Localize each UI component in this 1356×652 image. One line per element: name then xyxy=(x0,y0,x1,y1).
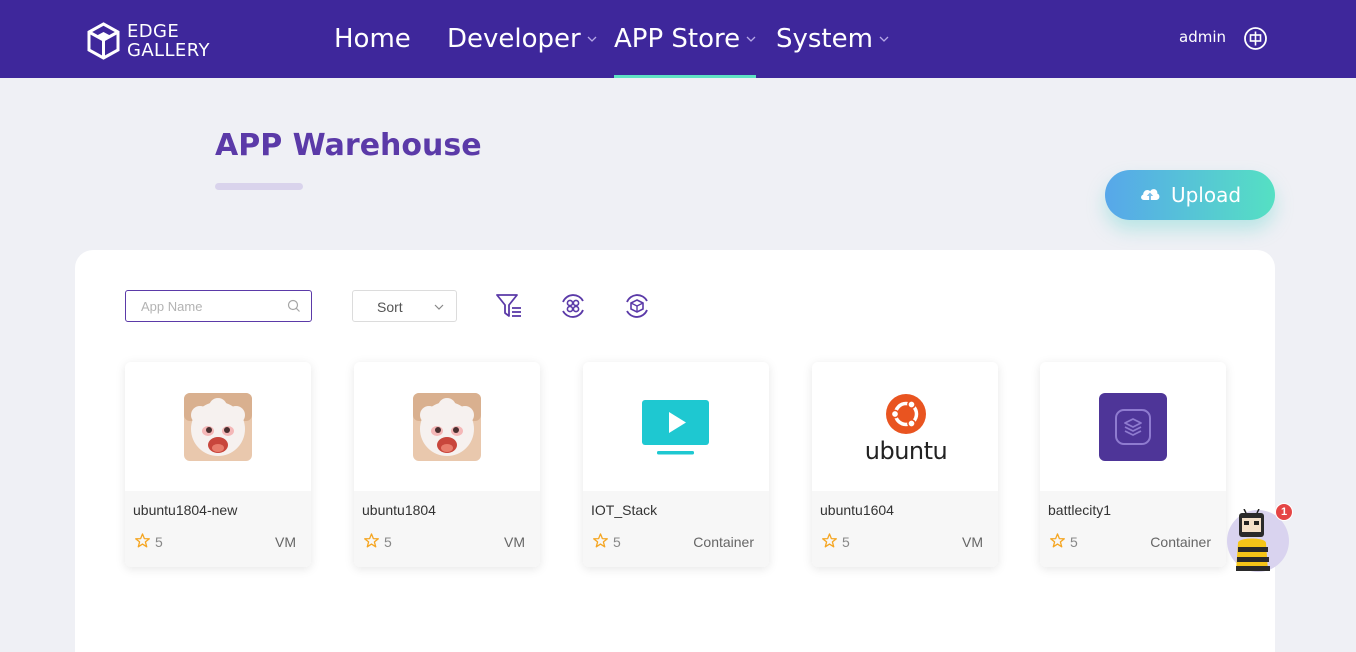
logo-text: EDGE GALLERY xyxy=(127,22,210,60)
nav-app-store[interactable]: APP Store xyxy=(614,0,757,78)
app-type: VM xyxy=(504,534,525,550)
app-info: ubuntu1804-new 5 VM xyxy=(125,491,311,567)
app-card[interactable]: IOT_Stack 5 Container xyxy=(583,362,769,567)
title-underline xyxy=(215,183,303,190)
chevron-down-icon xyxy=(746,36,756,42)
app-name: ubuntu1604 xyxy=(820,502,894,518)
app-score: 5 xyxy=(155,534,163,550)
nav-home-label: Home xyxy=(334,24,411,54)
ubuntu-logo-icon: ubuntu xyxy=(866,394,946,464)
app-info: ubuntu1604 5 VM xyxy=(812,491,998,567)
app-score: 5 xyxy=(842,534,850,550)
star-icon xyxy=(135,533,150,548)
app-thumbnail xyxy=(583,362,769,491)
nav-app-store-label: APP Store xyxy=(614,24,741,54)
sheep-avatar-icon xyxy=(184,393,252,461)
app-type: VM xyxy=(275,534,296,550)
nav-system-label: System xyxy=(776,24,873,54)
nav-system[interactable]: System xyxy=(776,0,889,78)
chevron-down-icon xyxy=(434,304,444,310)
app-thumbnail xyxy=(1040,362,1226,491)
app-info: battlecity1 5 Container xyxy=(1040,491,1226,567)
app-name: ubuntu1804-new xyxy=(133,502,238,518)
app-name: IOT_Stack xyxy=(591,502,658,518)
app-thumbnail xyxy=(354,362,540,491)
filter-icon[interactable] xyxy=(495,292,523,320)
star-icon xyxy=(364,533,379,548)
language-switch-icon[interactable] xyxy=(1243,26,1268,51)
cloud-upload-icon xyxy=(1141,189,1160,200)
ubuntu-wordmark: ubuntu xyxy=(866,437,946,464)
app-name: ubuntu1804 xyxy=(362,502,436,518)
nav-developer-label: Developer xyxy=(447,24,581,54)
tv-play-icon xyxy=(642,400,709,455)
sort-select[interactable]: Sort xyxy=(352,290,457,322)
grid-refresh-icon[interactable] xyxy=(559,292,587,320)
chevron-down-icon xyxy=(587,36,597,42)
cube-refresh-icon[interactable] xyxy=(623,292,651,320)
upload-button[interactable]: Upload xyxy=(1105,170,1275,220)
page-title: APP Warehouse xyxy=(215,128,482,163)
app-info: IOT_Stack 5 Container xyxy=(583,491,769,567)
app-score: 5 xyxy=(384,534,392,550)
layers-app-icon xyxy=(1099,393,1167,461)
nav-home[interactable]: Home xyxy=(334,0,411,78)
chevron-down-icon xyxy=(879,36,889,42)
logo-line-1: EDGE xyxy=(127,21,180,42)
edge-gallery-logo[interactable]: EDGE GALLERY xyxy=(86,22,210,60)
app-card[interactable]: battlecity1 5 Container xyxy=(1040,362,1226,567)
app-card[interactable]: ubuntu ubuntu1604 5 VM xyxy=(812,362,998,567)
user-menu[interactable]: admin xyxy=(1179,28,1226,46)
search-box[interactable] xyxy=(125,290,312,322)
search-icon[interactable] xyxy=(287,299,301,313)
app-info: ubuntu1804 5 VM xyxy=(354,491,540,567)
logo-cube-icon xyxy=(87,22,120,60)
app-score: 5 xyxy=(613,534,621,550)
app-thumbnail: ubuntu xyxy=(812,362,998,491)
star-icon xyxy=(822,533,837,548)
top-navigation-bar: EDGE GALLERY Home Developer APP Store Sy… xyxy=(0,0,1356,78)
upload-button-label: Upload xyxy=(1170,183,1242,207)
app-name: battlecity1 xyxy=(1048,502,1112,518)
app-name-search-input[interactable] xyxy=(141,299,281,314)
app-score: 5 xyxy=(1070,534,1078,550)
logo-line-2: GALLERY xyxy=(127,40,210,61)
star-icon xyxy=(593,533,608,548)
notification-badge: 1 xyxy=(1275,503,1293,521)
app-card[interactable]: ubuntu1804-new 5 VM xyxy=(125,362,311,567)
app-type: VM xyxy=(962,534,983,550)
sort-select-label: Sort xyxy=(377,299,403,315)
sheep-avatar-icon xyxy=(413,393,481,461)
app-type: Container xyxy=(1150,534,1211,550)
star-icon xyxy=(1050,533,1065,548)
app-thumbnail xyxy=(125,362,311,491)
app-card[interactable]: ubuntu1804 5 VM xyxy=(354,362,540,567)
nav-developer[interactable]: Developer xyxy=(447,0,597,78)
app-type: Container xyxy=(693,534,754,550)
